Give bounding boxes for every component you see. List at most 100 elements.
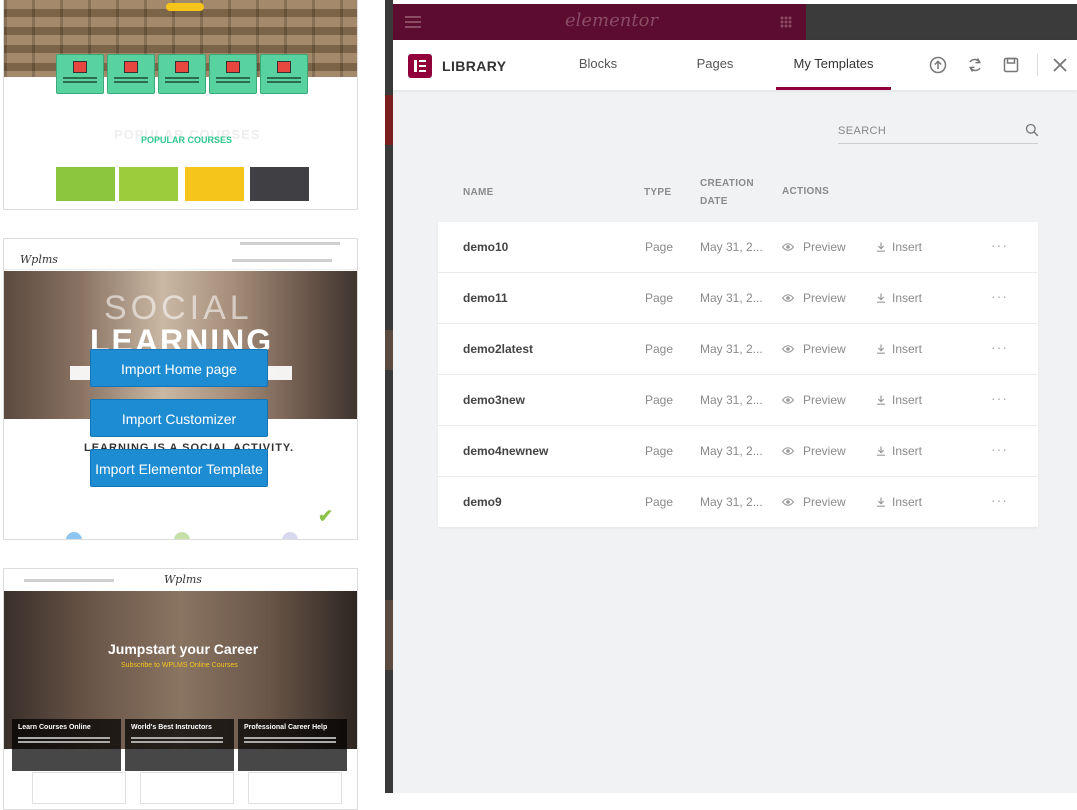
hero-image: Jumpstart your Career Subscribe to WPLMS… xyxy=(4,591,357,771)
template-date: May 31, 2... xyxy=(700,444,762,458)
download-icon xyxy=(877,446,885,456)
site-logo: Wplms xyxy=(164,573,202,586)
upload-icon[interactable] xyxy=(929,56,947,74)
feature-tile xyxy=(158,54,206,94)
template-type: Page xyxy=(645,240,674,254)
template-date: May 31, 2... xyxy=(700,495,762,509)
more-options-icon[interactable]: ··· xyxy=(991,426,1008,476)
demo-card-1[interactable]: POPULAR COURSES POPULAR COURSES xyxy=(3,0,358,210)
preview-button[interactable]: Preview xyxy=(782,375,852,425)
column-header-creation-date: CREATION DATE xyxy=(700,178,754,207)
preview-button[interactable]: Preview xyxy=(782,426,852,476)
template-name: demo9 xyxy=(463,495,502,509)
template-name: demo11 xyxy=(463,291,508,305)
tab-my-templates[interactable]: My Templates xyxy=(776,40,891,90)
demo-card-2[interactable]: Wplms SOCIAL LEARNING LEARNING IS A SOCI… xyxy=(3,238,358,540)
import-elementor-template-button[interactable]: Import Elementor Template xyxy=(90,449,268,487)
template-row: demo10 Page May 31, 2... Preview Insert … xyxy=(438,222,1038,273)
demo-header: Wplms xyxy=(4,239,357,270)
more-options-icon[interactable]: ··· xyxy=(991,375,1008,425)
feature-tile xyxy=(107,54,155,94)
column-header-type: TYPE xyxy=(644,187,672,198)
widgets-grid-icon[interactable] xyxy=(780,16,792,28)
download-icon xyxy=(877,497,885,507)
tab-pages[interactable]: Pages xyxy=(670,40,760,90)
save-icon[interactable] xyxy=(1002,56,1020,74)
tab-blocks[interactable]: Blocks xyxy=(553,40,643,90)
eye-icon xyxy=(782,243,794,251)
import-home-page-button[interactable]: Import Home page xyxy=(90,349,268,387)
library-header: LIBRARY Blocks Pages My Templates xyxy=(393,40,1077,90)
template-name: demo3new xyxy=(463,393,526,407)
insert-button[interactable]: Insert xyxy=(876,222,936,272)
eye-icon xyxy=(782,396,794,404)
elementor-e-icon xyxy=(408,54,432,78)
column-header-actions: ACTIONS xyxy=(782,186,830,197)
hero-image: SOCIAL LEARNING xyxy=(4,271,357,451)
search-icon[interactable] xyxy=(1025,123,1039,137)
feature-box: World's Best Instructors xyxy=(125,719,234,771)
eye-icon xyxy=(782,345,794,353)
insert-button[interactable]: Insert xyxy=(876,375,936,425)
section-title: POPULAR COURSES xyxy=(141,135,233,145)
insert-button[interactable]: Insert xyxy=(876,426,936,476)
preview-button[interactable]: Preview xyxy=(782,222,852,272)
hero-title: Jumpstart your Career xyxy=(108,641,259,657)
template-row: demo11 Page May 31, 2... Preview Insert … xyxy=(438,273,1038,324)
sync-icon[interactable] xyxy=(966,56,984,74)
eye-icon xyxy=(782,498,794,506)
search-underline xyxy=(838,143,1038,144)
download-icon xyxy=(877,293,885,303)
more-options-icon[interactable]: ··· xyxy=(991,477,1008,527)
feature-icon-card xyxy=(248,772,342,804)
template-row: demo2latest Page May 31, 2... Preview In… xyxy=(438,324,1038,375)
template-name: demo4newnew xyxy=(463,444,549,458)
template-date: May 31, 2... xyxy=(700,342,762,356)
template-row: demo3new Page May 31, 2... Preview Inser… xyxy=(438,375,1038,426)
more-options-icon[interactable]: ··· xyxy=(991,222,1008,272)
site-logo: Wplms xyxy=(20,253,58,266)
search-input[interactable] xyxy=(838,122,1018,140)
feature-tile xyxy=(56,54,104,94)
feature-tile xyxy=(209,54,257,94)
check-icon: ✔ xyxy=(318,506,334,526)
template-type: Page xyxy=(645,342,674,356)
template-row: demo9 Page May 31, 2... Preview Insert ·… xyxy=(438,477,1038,528)
more-options-icon[interactable]: ··· xyxy=(991,273,1008,323)
download-icon xyxy=(877,344,885,354)
insert-button[interactable]: Insert xyxy=(876,477,936,527)
preview-button[interactable]: Preview xyxy=(782,273,852,323)
course-thumbnail xyxy=(250,167,309,201)
insert-button[interactable]: Insert xyxy=(876,273,936,323)
template-date: May 31, 2... xyxy=(700,291,762,305)
header-divider xyxy=(1037,54,1038,76)
demo-card-3[interactable]: Wplms Jumpstart your Career Subscribe to… xyxy=(3,568,358,810)
eye-icon xyxy=(782,447,794,455)
column-header-name: NAME xyxy=(463,187,494,198)
close-icon[interactable] xyxy=(1051,56,1069,74)
hero-subtitle: Subscribe to WPLMS Online Courses xyxy=(121,662,238,669)
template-name: demo10 xyxy=(463,240,509,254)
template-date: May 31, 2... xyxy=(700,393,762,407)
library-title: LIBRARY xyxy=(442,58,507,74)
import-customizer-button[interactable]: Import Customizer xyxy=(90,399,268,437)
eye-icon xyxy=(782,294,794,302)
preview-button[interactable]: Preview xyxy=(782,324,852,374)
feature-tile xyxy=(260,54,308,94)
feature-box: Learn Courses Online xyxy=(12,719,121,771)
template-name: demo2latest xyxy=(463,342,534,356)
templates-list: demo10 Page May 31, 2... Preview Insert … xyxy=(438,222,1038,527)
preview-button[interactable]: Preview xyxy=(782,477,852,527)
template-date: May 31, 2... xyxy=(700,240,762,254)
template-row: demo4newnew Page May 31, 2... Preview In… xyxy=(438,426,1038,477)
background-strip xyxy=(385,0,393,793)
template-type: Page xyxy=(645,495,674,509)
download-icon xyxy=(877,242,885,252)
more-options-icon[interactable]: ··· xyxy=(991,324,1008,374)
hamburger-icon[interactable] xyxy=(405,16,421,18)
feature-box: Professional Career Help xyxy=(238,719,347,771)
insert-button[interactable]: Insert xyxy=(876,324,936,374)
course-thumbnail xyxy=(185,167,244,201)
course-thumbnail xyxy=(119,167,178,201)
template-type: Page xyxy=(645,444,674,458)
